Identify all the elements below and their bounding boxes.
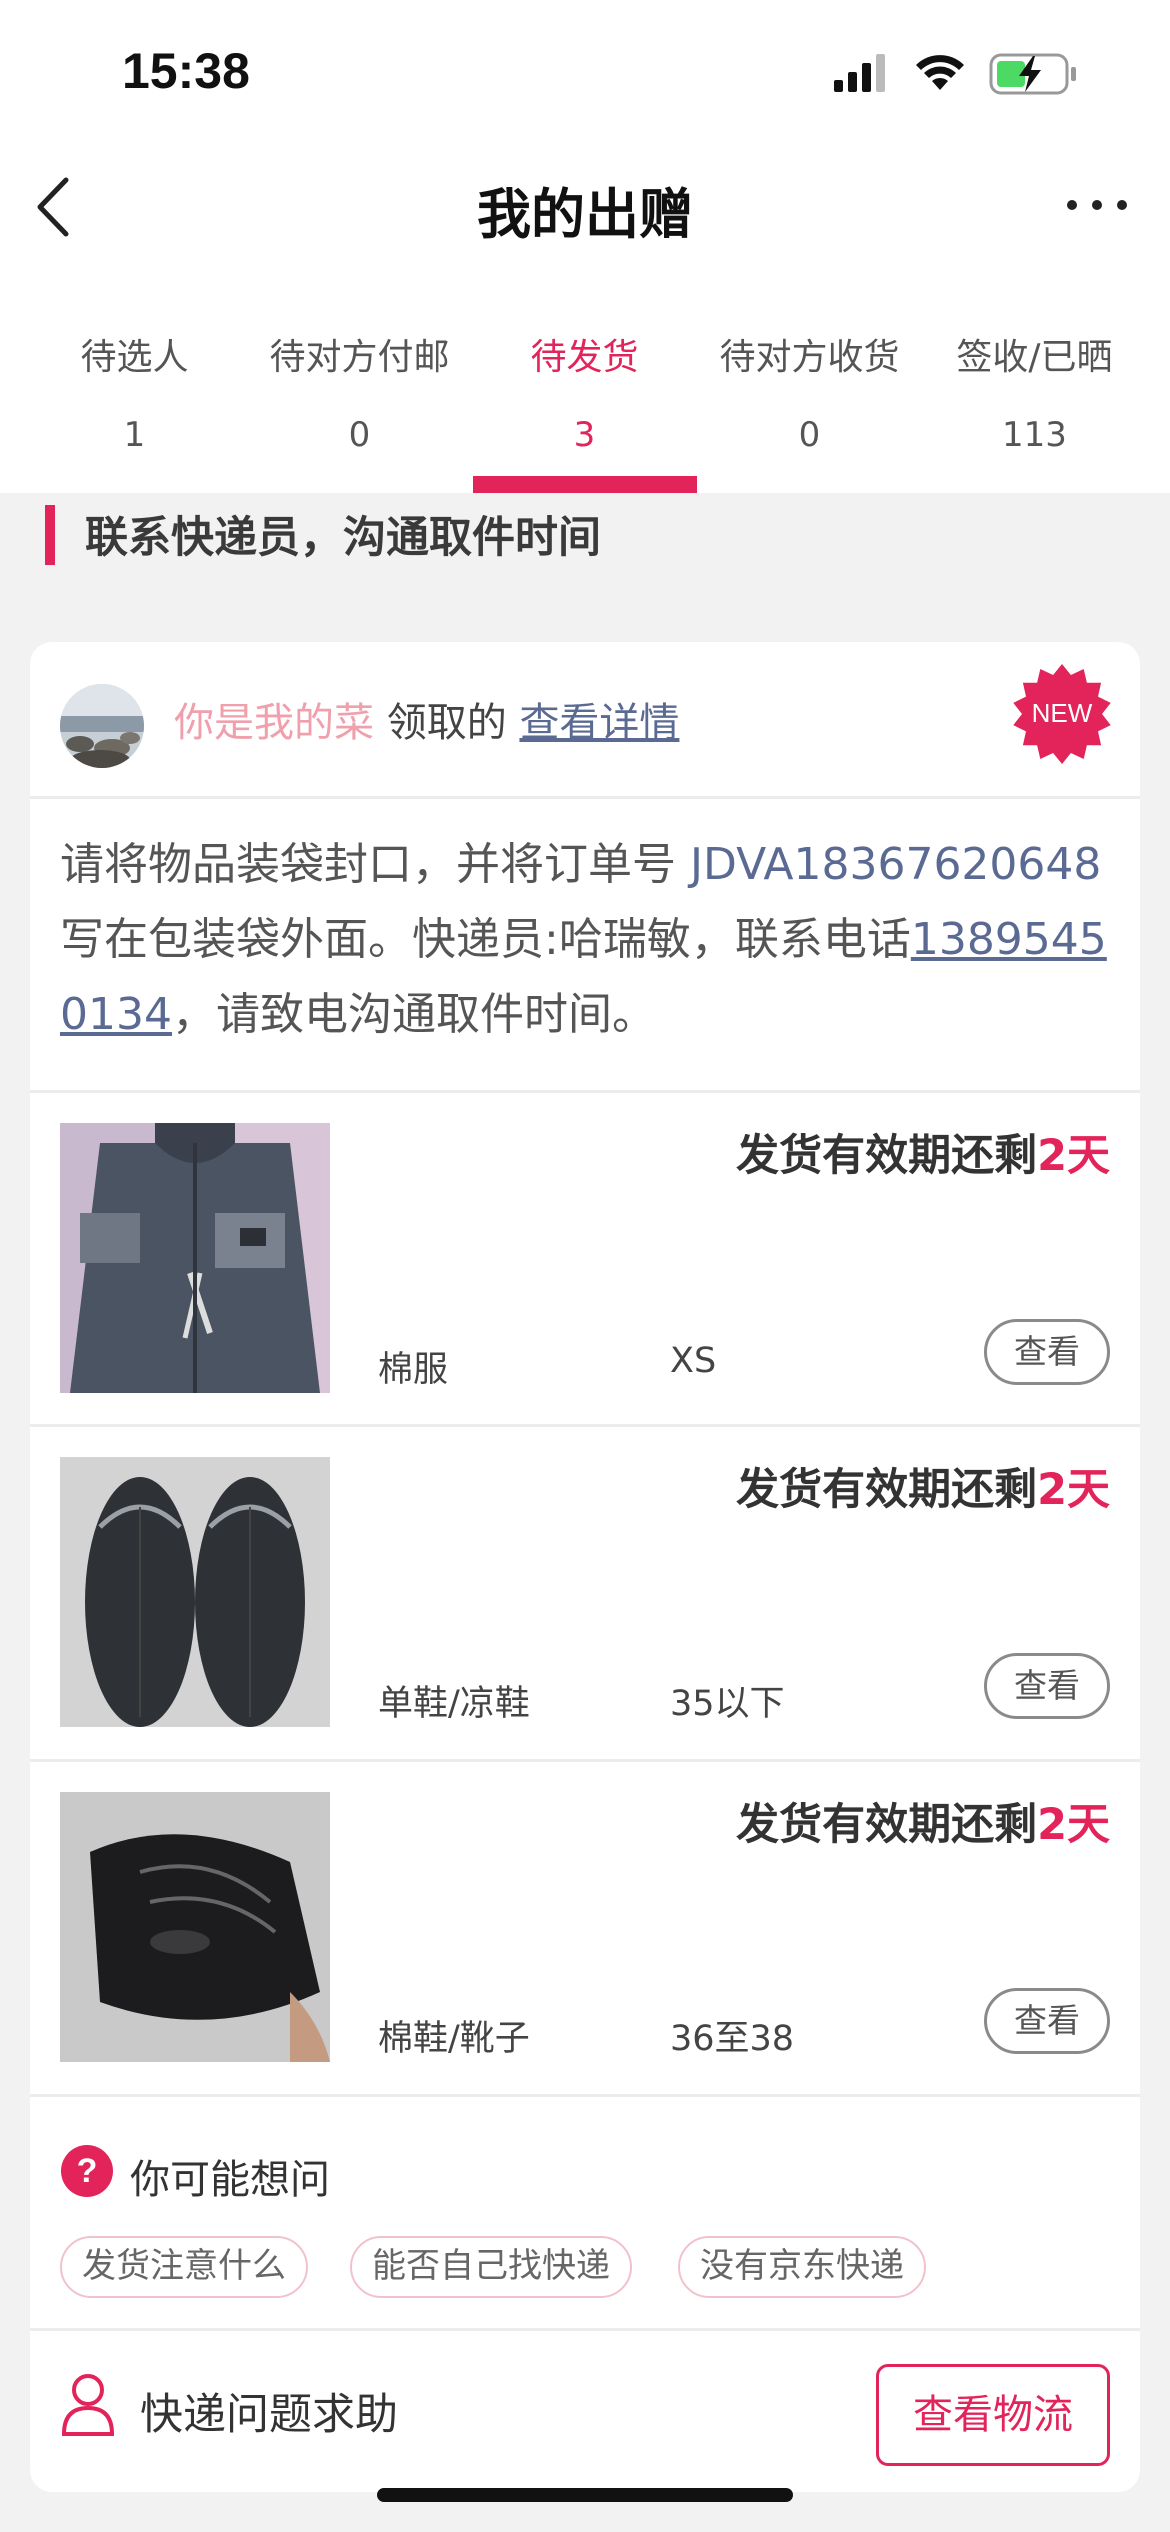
faq-chip[interactable]: 发货注意什么	[60, 2236, 308, 2298]
view-logistics-button[interactable]: 查看物流	[876, 2364, 1110, 2466]
faq-title: 你可能想问	[130, 2157, 330, 2203]
divider	[30, 796, 1140, 799]
deadline-label: 发货有效期还剩	[736, 1465, 1038, 1515]
tab-label: 签收/已晒	[956, 337, 1113, 378]
tab-count: 0	[798, 415, 821, 455]
instructions-text-1: 请将物品装袋封口，并将订单号	[60, 839, 690, 890]
divider	[30, 2094, 1140, 2097]
list-item: 发货有效期还剩2天 单鞋/凉鞋 35以下 查看	[30, 1427, 1140, 1761]
status-icons	[834, 52, 1094, 102]
shipping-deadline: 发货有效期还剩2天	[736, 1790, 1110, 1852]
tab-pending-postage[interactable]: 待对方付邮 0	[247, 320, 472, 493]
wifi-icon	[916, 55, 964, 90]
order-number: JDVA18367620648	[690, 839, 1102, 890]
shipping-deadline: 发货有效期还剩2天	[736, 1121, 1110, 1183]
instructions-text-3: ，请致电沟通取件时间。	[171, 989, 656, 1040]
view-item-button[interactable]: 查看	[984, 1319, 1110, 1385]
delivery-help-link[interactable]: 快递问题求助	[140, 2380, 398, 2442]
battery-charging-icon	[989, 53, 1076, 95]
tab-received[interactable]: 签收/已晒 113	[922, 320, 1147, 493]
view-item-button[interactable]: 查看	[984, 1653, 1110, 1719]
tab-count: 113	[1002, 415, 1067, 455]
svg-text:?: ?	[77, 2152, 98, 2190]
list-item: 发货有效期还剩2天 棉服 XS 查看	[30, 1093, 1140, 1427]
person-icon	[61, 2374, 115, 2436]
badge-text: NEW	[1032, 698, 1093, 728]
shipping-deadline: 发货有效期还剩2天	[736, 1455, 1110, 1517]
divider	[30, 2328, 1140, 2331]
list-item: 发货有效期还剩2天 棉鞋/靴子 36至38 查看	[30, 1762, 1140, 2096]
item-category: 单鞋/凉鞋	[378, 1684, 530, 1724]
shipping-instructions: 请将物品装袋封口，并将订单号 JDVA18367620648 写在包装袋外面。快…	[60, 827, 1120, 1052]
receiver-line: 你是我的菜 领取的 查看详情	[174, 690, 679, 748]
tab-label: 待发货	[530, 337, 639, 378]
jacket-photo[interactable]	[60, 1123, 330, 1393]
faq-chip[interactable]: 能否自己找快递	[350, 2236, 632, 2298]
deadline-days: 2天	[1037, 1465, 1110, 1515]
boots-photo[interactable]	[60, 1792, 330, 2062]
view-item-button[interactable]: 查看	[984, 1988, 1110, 2054]
tab-pending-select[interactable]: 待选人 1	[22, 320, 247, 493]
new-badge: NEW	[1010, 662, 1114, 766]
status-time: 15:38	[122, 43, 250, 99]
more-icon[interactable]	[1062, 190, 1132, 220]
question-icon: ?	[61, 2145, 113, 2197]
starburst-icon: NEW	[1013, 664, 1111, 764]
active-tab-indicator	[473, 476, 697, 493]
deadline-label: 发货有效期还剩	[736, 1131, 1038, 1181]
deadline-label: 发货有效期还剩	[736, 1800, 1038, 1850]
page-title: 我的出赠	[477, 183, 693, 246]
view-details-link[interactable]: 查看详情	[519, 700, 679, 746]
item-size: 36至38	[670, 2019, 795, 2059]
section-title: 联系快递员，沟通取件时间	[85, 513, 601, 563]
tab-pending-shipment[interactable]: 待发货 3	[472, 320, 697, 493]
item-category: 棉鞋/靴子	[378, 2019, 530, 2059]
receiver-action: 领取的	[374, 700, 520, 746]
avatar[interactable]	[60, 684, 144, 768]
section-accent-bar	[45, 505, 55, 565]
order-card: 你是我的菜 领取的 查看详情 NEW 请将物品装袋封口，并将订单号 JDVA18…	[30, 642, 1140, 2492]
signal-icon	[834, 54, 885, 92]
item-category: 棉服	[378, 1350, 449, 1390]
tab-pending-receipt[interactable]: 待对方收货 0	[697, 320, 922, 493]
item-size: 35以下	[670, 1684, 785, 1724]
tab-label: 待对方收货	[719, 337, 900, 378]
faq-chip[interactable]: 没有京东快递	[678, 2236, 926, 2298]
receiver-name[interactable]: 你是我的菜	[174, 700, 374, 746]
deadline-days: 2天	[1037, 1800, 1110, 1850]
deadline-days: 2天	[1037, 1131, 1110, 1181]
flip-flops-photo[interactable]	[60, 1457, 330, 1727]
home-indicator	[377, 2488, 793, 2502]
tab-count: 1	[123, 415, 146, 455]
item-size: XS	[670, 1341, 717, 1381]
tab-label: 待对方付邮	[269, 337, 450, 378]
tab-label: 待选人	[80, 337, 189, 378]
tab-count: 3	[573, 415, 596, 455]
instructions-text-2: 写在包装袋外面。快递员:哈瑞敏，联系电话	[60, 914, 911, 965]
tab-count: 0	[348, 415, 371, 455]
